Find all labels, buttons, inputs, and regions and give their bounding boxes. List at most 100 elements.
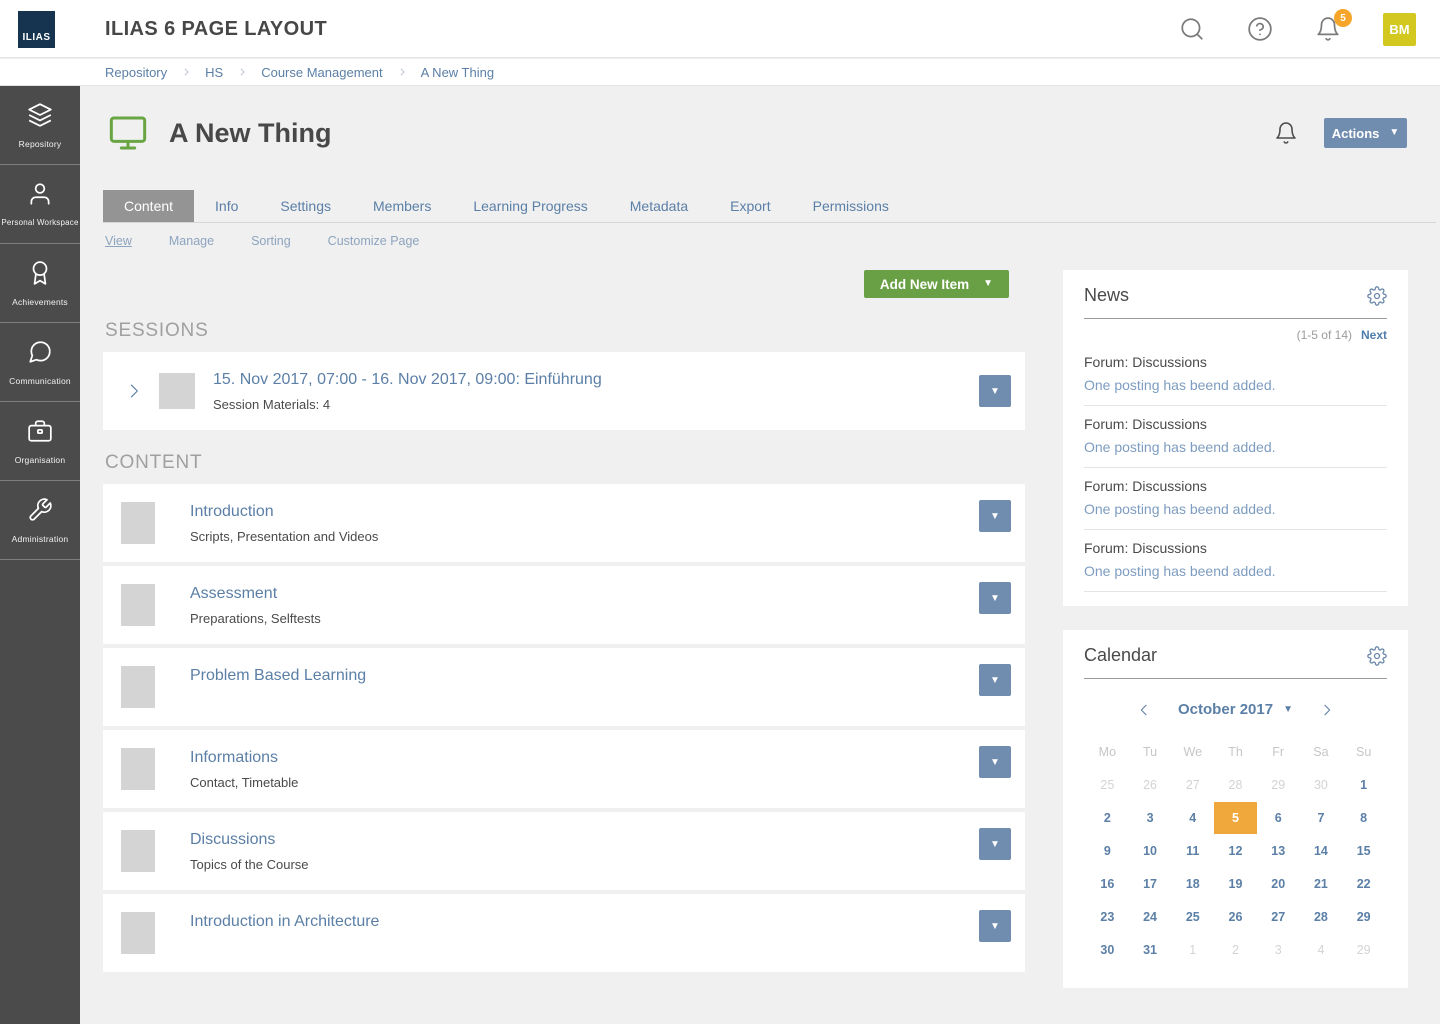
subtab-view[interactable]: View <box>105 234 132 254</box>
subtab-customize-page[interactable]: Customize Page <box>328 234 420 254</box>
calendar-day[interactable]: 28 <box>1300 901 1343 933</box>
object-bell-icon[interactable] <box>1274 121 1298 145</box>
calendar-day[interactable]: 8 <box>1342 802 1385 834</box>
tab-learning-progress[interactable]: Learning Progress <box>452 190 608 222</box>
calendar-day[interactable]: 20 <box>1257 868 1300 900</box>
calendar-day[interactable]: 2 <box>1086 802 1129 834</box>
calendar-day[interactable]: 26 <box>1214 901 1257 933</box>
calendar-prev-month-icon[interactable] <box>1136 702 1152 718</box>
calendar-day[interactable]: 25 <box>1086 769 1129 801</box>
news-posting-link[interactable]: One posting has beend added. <box>1084 501 1387 517</box>
calendar-day[interactable]: 1 <box>1171 934 1214 966</box>
item-title-link[interactable]: Introduction in Architecture <box>190 913 379 931</box>
calendar-day[interactable]: 14 <box>1300 835 1343 867</box>
calendar-day[interactable]: 30 <box>1086 934 1129 966</box>
tab-content[interactable]: Content <box>103 190 194 222</box>
breadcrumb-hs[interactable]: HS <box>205 65 223 80</box>
sidebar-item-communication[interactable]: Communication <box>0 323 80 402</box>
news-posting-link[interactable]: One posting has beend added. <box>1084 563 1387 579</box>
calendar-day[interactable]: 31 <box>1129 934 1172 966</box>
sidebar-item-achievements[interactable]: Achievements <box>0 244 80 323</box>
subtab-manage[interactable]: Manage <box>169 234 214 254</box>
calendar-day[interactable]: 21 <box>1300 868 1343 900</box>
gear-icon[interactable] <box>1367 286 1387 306</box>
news-posting-link[interactable]: One posting has beend added. <box>1084 377 1387 393</box>
sidebar-item-organisation[interactable]: Organisation <box>0 402 80 481</box>
calendar-day[interactable]: 22 <box>1342 868 1385 900</box>
sidebar-item-repository[interactable]: Repository <box>0 86 80 165</box>
help-icon[interactable] <box>1247 16 1273 42</box>
news-next-link[interactable]: Next <box>1361 328 1387 342</box>
calendar-day[interactable]: 15 <box>1342 835 1385 867</box>
tab-info[interactable]: Info <box>194 190 259 222</box>
item-title-link[interactable]: Problem Based Learning <box>190 667 366 685</box>
calendar-day-selected[interactable]: 5 <box>1214 802 1257 834</box>
item-title-link[interactable]: Introduction <box>190 503 378 521</box>
item-actions-dropdown[interactable]: ▼ <box>979 582 1011 614</box>
subtab-sorting[interactable]: Sorting <box>251 234 291 254</box>
sidebar-item-administration[interactable]: Administration <box>0 481 80 560</box>
calendar-day[interactable]: 3 <box>1257 934 1300 966</box>
tab-permissions[interactable]: Permissions <box>792 190 910 222</box>
calendar-day[interactable]: 28 <box>1214 769 1257 801</box>
calendar-day[interactable]: 26 <box>1129 769 1172 801</box>
calendar-day[interactable]: 18 <box>1171 868 1214 900</box>
tab-members[interactable]: Members <box>352 190 452 222</box>
calendar-day[interactable]: 12 <box>1214 835 1257 867</box>
gear-icon[interactable] <box>1367 646 1387 666</box>
item-title-link[interactable]: Discussions <box>190 831 309 849</box>
calendar-grid: MoTuWeThFrSaSu25262728293012345678910111… <box>1084 732 1387 974</box>
item-actions-dropdown[interactable]: ▼ <box>979 910 1011 942</box>
item-actions-dropdown[interactable]: ▼ <box>979 828 1011 860</box>
item-actions-dropdown[interactable]: ▼ <box>979 746 1011 778</box>
calendar-day[interactable]: 4 <box>1171 802 1214 834</box>
session-title-link[interactable]: 15. Nov 2017, 07:00 - 16. Nov 2017, 09:0… <box>213 371 602 389</box>
calendar-day[interactable]: 24 <box>1129 901 1172 933</box>
user-avatar[interactable]: BM <box>1383 13 1416 46</box>
actions-button[interactable]: Actions▼ <box>1324 118 1407 148</box>
notifications-bell-icon[interactable]: 5 <box>1315 16 1341 42</box>
breadcrumb-course-management[interactable]: Course Management <box>261 65 382 80</box>
breadcrumb-current[interactable]: A New Thing <box>421 65 494 80</box>
item-title-link[interactable]: Assessment <box>190 585 321 603</box>
calendar-day[interactable]: 6 <box>1257 802 1300 834</box>
calendar-day[interactable]: 16 <box>1086 868 1129 900</box>
calendar-day[interactable]: 3 <box>1129 802 1172 834</box>
item-actions-dropdown[interactable]: ▼ <box>979 500 1011 532</box>
calendar-day[interactable]: 10 <box>1129 835 1172 867</box>
item-title-link[interactable]: Informations <box>190 749 298 767</box>
calendar-day[interactable]: 2 <box>1214 934 1257 966</box>
calendar-day[interactable]: 29 <box>1342 934 1385 966</box>
calendar-day[interactable]: 13 <box>1257 835 1300 867</box>
calendar-day[interactable]: 11 <box>1171 835 1214 867</box>
sidebar-item-personal-workspace[interactable]: Personal Workspace <box>0 165 80 244</box>
calendar-day[interactable]: 1 <box>1342 769 1385 801</box>
calendar-day[interactable]: 30 <box>1300 769 1343 801</box>
calendar-day[interactable]: 19 <box>1214 868 1257 900</box>
calendar-day[interactable]: 29 <box>1257 769 1300 801</box>
expand-chevron-icon[interactable] <box>124 381 144 401</box>
calendar-day[interactable]: 27 <box>1257 901 1300 933</box>
calendar-month-selector[interactable]: October 2017▼ <box>1178 701 1293 718</box>
tab-settings[interactable]: Settings <box>259 190 352 222</box>
calendar-day[interactable]: 29 <box>1342 901 1385 933</box>
session-actions-dropdown[interactable]: ▼ <box>979 375 1011 407</box>
calendar-day[interactable]: 4 <box>1300 934 1343 966</box>
calendar-day[interactable]: 25 <box>1171 901 1214 933</box>
sessions-heading: SESSIONS <box>105 320 1025 342</box>
calendar-day[interactable]: 7 <box>1300 802 1343 834</box>
tab-metadata[interactable]: Metadata <box>609 190 709 222</box>
news-posting-link[interactable]: One posting has beend added. <box>1084 439 1387 455</box>
calendar-day[interactable]: 17 <box>1129 868 1172 900</box>
calendar-next-month-icon[interactable] <box>1319 702 1335 718</box>
search-icon[interactable] <box>1179 16 1205 42</box>
ilias-logo[interactable]: ILIAS <box>18 11 55 48</box>
add-new-item-button[interactable]: Add New Item▼ <box>864 270 1009 298</box>
calendar-day[interactable]: 9 <box>1086 835 1129 867</box>
breadcrumb-repository[interactable]: Repository <box>105 65 167 80</box>
calendar-day[interactable]: 27 <box>1171 769 1214 801</box>
item-actions-dropdown[interactable]: ▼ <box>979 664 1011 696</box>
calendar-day[interactable]: 23 <box>1086 901 1129 933</box>
session-description: Session Materials: 4 <box>213 397 602 412</box>
tab-export[interactable]: Export <box>709 190 791 222</box>
